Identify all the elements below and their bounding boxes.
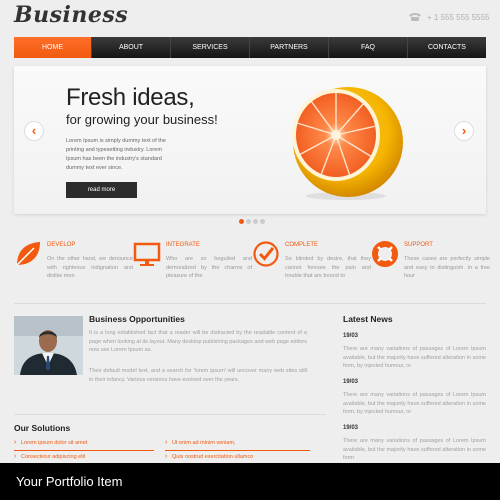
nav-item-faq[interactable]: FAQ (329, 37, 408, 58)
feature-title[interactable]: INTEGRATE (166, 242, 200, 248)
feature-complete: COMPLETE So blinded by desire, that they… (252, 238, 371, 298)
news-date[interactable]: 19/03 (343, 333, 358, 339)
slider-dot-4[interactable] (260, 219, 265, 224)
hero-subtitle: for growing your business! (66, 112, 218, 127)
feature-description: These cases are perfectly simple and eas… (404, 256, 490, 279)
divider (14, 303, 486, 304)
feature-description: Who are so beguiled and demoralized by t… (166, 256, 252, 279)
leaf-icon (16, 242, 40, 266)
header: Business + 1 555 555 5555 (0, 0, 500, 36)
phone-contact: + 1 555 555 5555 (408, 12, 490, 22)
solution-link[interactable]: Consectetur adipiscing elit (14, 453, 124, 462)
nav-item-partners[interactable]: PARTNERS (250, 37, 329, 58)
feature-integrate: INTEGRATE Who are so beguiled and demora… (133, 238, 252, 298)
solution-link[interactable]: Lorem ipsum dolor sit amet (14, 439, 124, 448)
news-text: There are many variations of passages of… (343, 438, 486, 461)
our-solutions-title: Our Solutions (14, 423, 71, 433)
latest-news-title: Latest News (343, 314, 393, 324)
main-nav: HOME ABOUT SERVICES PARTNERS FAQ CONTACT… (14, 37, 486, 58)
phone-icon (409, 13, 421, 21)
feature-title[interactable]: DEVELOP (47, 242, 75, 248)
solution-link-underline (14, 450, 154, 451)
solution-link[interactable]: Quis nostrud exercitation ullamco (165, 453, 305, 462)
slider-dot-3[interactable] (253, 219, 258, 224)
checkmark-icon (253, 241, 279, 267)
feature-title[interactable]: COMPLETE (285, 242, 318, 248)
businessman-photo (14, 316, 83, 375)
slider-pagination (239, 219, 265, 224)
business-paragraph-2: Their default model text, and a search f… (89, 368, 307, 383)
news-date[interactable]: 19/03 (343, 379, 358, 385)
nav-item-about[interactable]: ABOUT (92, 37, 171, 58)
hero-description: Lorem Ipsum is simply dummy text of the … (66, 138, 166, 171)
phone-number: + 1 555 555 5555 (427, 13, 490, 22)
nav-item-contacts[interactable]: CONTACTS (408, 37, 486, 58)
features-row: DEVELOP On the other hand, we denounce w… (14, 238, 490, 298)
solution-link[interactable]: Ut enim ad minim veniam, (165, 439, 275, 448)
site-logo[interactable]: Business (14, 2, 128, 28)
lifebuoy-icon (372, 241, 398, 267)
nav-item-services[interactable]: SERVICES (171, 37, 250, 58)
feature-develop: DEVELOP On the other hand, we denounce w… (14, 238, 133, 298)
feature-title[interactable]: SUPPORT (404, 242, 433, 248)
news-date[interactable]: 19/03 (343, 425, 358, 431)
hero-title: Fresh ideas, (66, 84, 195, 111)
slider-prev-button[interactable]: ‹ (24, 121, 44, 141)
slider-dot-1[interactable] (239, 219, 244, 224)
solution-link-underline (165, 450, 310, 451)
grapefruit-image (292, 87, 403, 200)
news-text: There are many variations of passages of… (343, 392, 486, 415)
slider-dot-2[interactable] (246, 219, 251, 224)
slider-next-button[interactable]: › (454, 121, 474, 141)
read-more-button[interactable]: read more (66, 182, 137, 198)
feature-description: So blinded by desire, that they cannot f… (285, 256, 371, 279)
divider (14, 414, 326, 415)
feature-description: On the other hand, we denounce with righ… (47, 256, 133, 279)
business-opportunities-title: Business Opportunities (89, 314, 185, 324)
monitor-icon (133, 242, 161, 266)
feature-support: SUPPORT These cases are perfectly simple… (371, 238, 490, 298)
portfolio-item-caption: Your Portfolio Item (16, 474, 123, 489)
nav-item-home[interactable]: HOME (14, 37, 92, 58)
hero-slider: ‹ Fresh ideas, for growing your business… (14, 66, 486, 214)
news-text: There are many variations of passages of… (343, 346, 486, 369)
business-paragraph-1: It is a long established fact that a rea… (89, 330, 308, 353)
caption-bar: Your Portfolio Item (0, 463, 500, 500)
